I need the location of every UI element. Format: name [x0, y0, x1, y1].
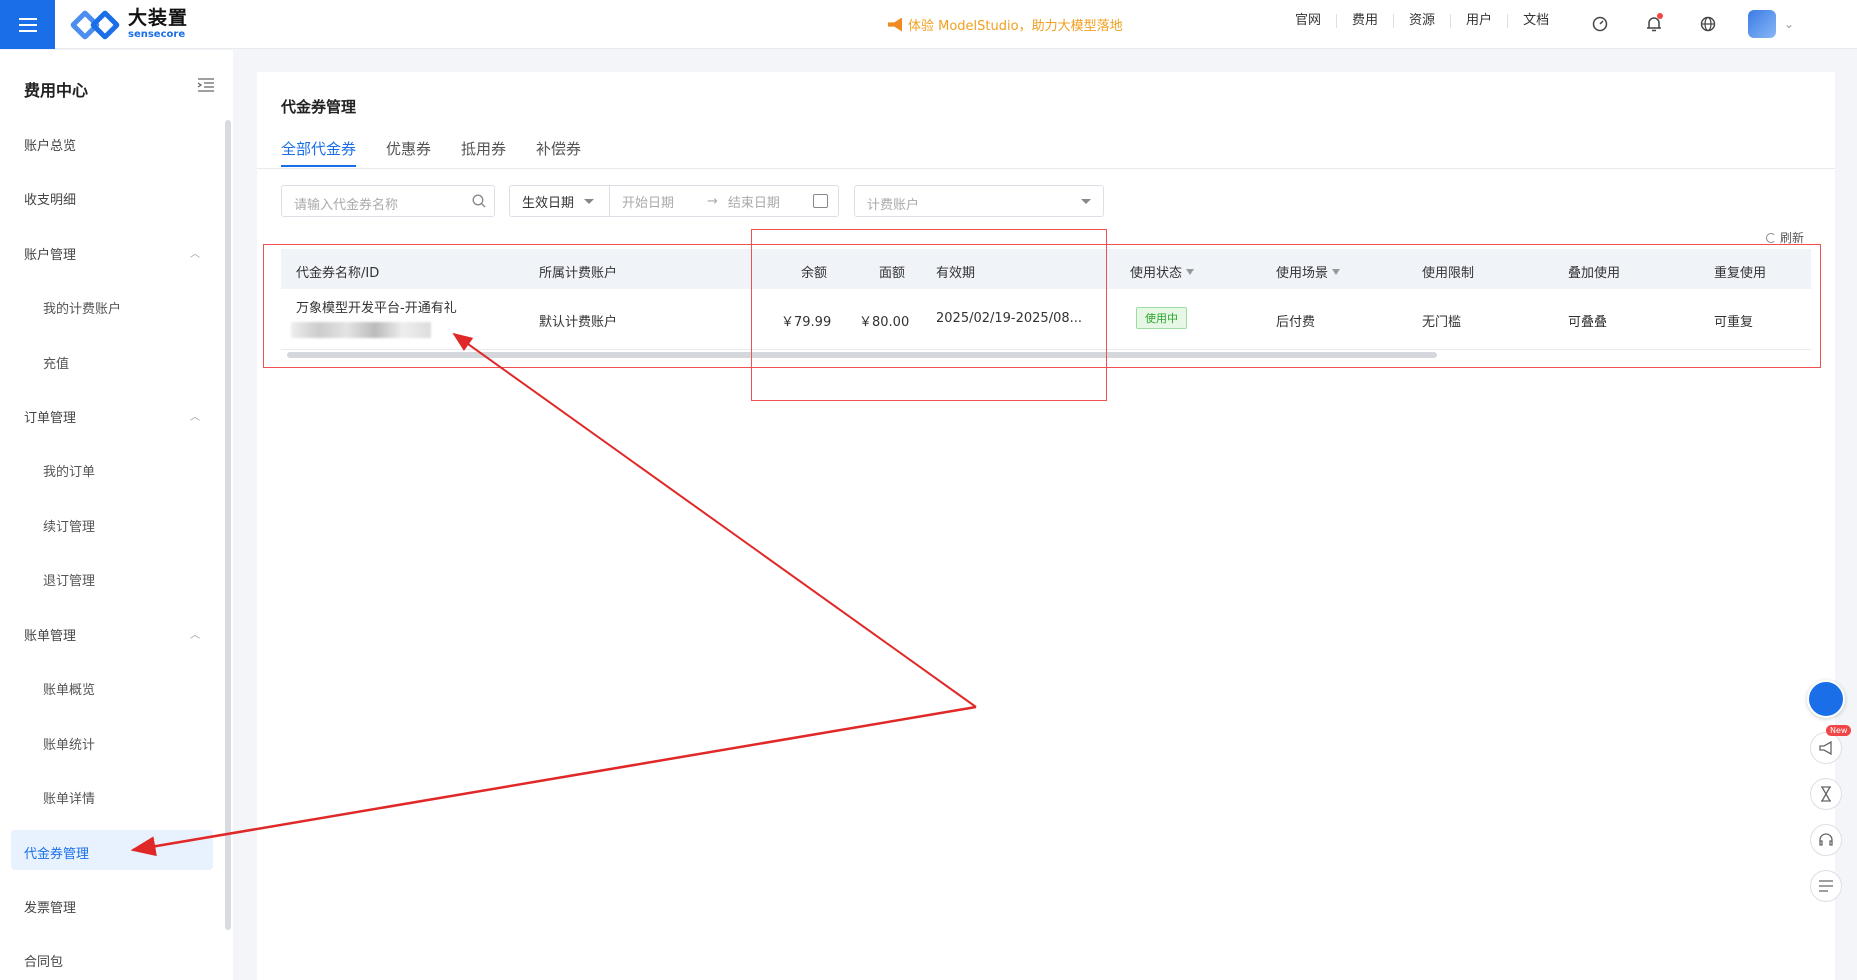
megaphone-icon	[888, 17, 902, 32]
sidebar-item-overview[interactable]: 账户总览	[24, 135, 76, 154]
globe-icon[interactable]	[1694, 10, 1722, 38]
nav-resources[interactable]: 资源	[1393, 14, 1450, 28]
sidebar-scrollbar[interactable]	[225, 120, 231, 930]
page-title: 代金券管理	[281, 98, 357, 116]
sidebar-item-label: 代金券管理	[24, 847, 90, 862]
search-placeholder: 请输入代金券名称	[294, 198, 399, 213]
caret-down-icon	[1081, 199, 1091, 204]
tabs-divider	[257, 168, 1835, 169]
calendar-icon	[813, 194, 828, 208]
sidebar-group-orders[interactable]: 订单管理	[24, 407, 76, 426]
sidebar-group-bills[interactable]: 账单管理	[24, 625, 76, 644]
sidebar-item-my-orders[interactable]: 我的订单	[43, 461, 95, 480]
date-type-label: 生效日期	[522, 195, 575, 211]
nav-billing[interactable]: 费用	[1336, 14, 1393, 28]
sidebar-item-unsubscribe[interactable]: 退订管理	[43, 570, 95, 589]
notification-dot	[1657, 13, 1663, 19]
new-badge: New	[1826, 725, 1852, 736]
chevron-up-icon[interactable]: ︿	[190, 626, 200, 641]
top-bar: 大装置 sensecore 体验 ModelStudio，助力大模型落地 官网 …	[0, 0, 1857, 49]
avatar[interactable]	[1748, 10, 1776, 38]
tab-coupons[interactable]: 优惠券	[386, 138, 431, 167]
tab-all-vouchers[interactable]: 全部代金券	[281, 138, 357, 167]
nav-docs[interactable]: 文档	[1507, 14, 1564, 28]
chevron-down-icon[interactable]: ⌄	[1784, 17, 1794, 31]
sidebar-item-voucher[interactable]: 代金券管理	[11, 830, 213, 870]
hourglass-icon[interactable]	[1810, 778, 1842, 810]
menu-icon[interactable]	[0, 0, 55, 49]
nav-users[interactable]: 用户	[1450, 14, 1507, 28]
sidebar-item-income[interactable]: 收支明细	[24, 189, 76, 208]
search-input[interactable]: 请输入代金券名称	[281, 185, 495, 217]
top-nav: 官网 费用 资源 用户 文档	[1280, 14, 1564, 28]
sidebar-item-billing-account[interactable]: 我的计费账户	[43, 298, 121, 317]
chevron-up-icon[interactable]: ︿	[190, 245, 200, 260]
caret-down-icon	[584, 198, 595, 204]
list-menu-icon[interactable]	[1810, 870, 1842, 902]
promo-text: 体验 ModelStudio，助力大模型落地	[908, 19, 1123, 34]
billing-placeholder: 计费账户	[867, 198, 920, 213]
billing-account-select[interactable]: 计费账户	[854, 185, 1104, 217]
logo-mark-icon	[69, 8, 122, 41]
nav-official-site[interactable]: 官网	[1280, 14, 1336, 28]
sidebar-title: 费用中心	[24, 81, 89, 100]
end-date-field[interactable]: 结束日期	[728, 192, 780, 211]
floating-toolbar	[1807, 680, 1845, 902]
date-range-picker[interactable]: 生效日期 开始日期 → 结束日期	[509, 185, 839, 217]
annotation-box-amounts	[751, 229, 1107, 401]
voucher-tabs: 全部代金券 优惠券 抵用券 补偿券	[281, 138, 581, 167]
chevron-up-icon[interactable]: ︿	[190, 408, 200, 423]
date-type-select[interactable]: 生效日期	[510, 186, 610, 216]
sidebar-item-bill-overview[interactable]: 账单概览	[43, 679, 95, 698]
start-date-field[interactable]: 开始日期	[622, 192, 707, 211]
logo-subtitle: sensecore	[128, 29, 186, 40]
search-icon	[472, 194, 486, 208]
sidebar-item-contract[interactable]: 合同包	[24, 951, 63, 970]
top-icons: ⌄	[1586, 10, 1794, 38]
sidebar-item-bill-detail[interactable]: 账单详情	[43, 788, 95, 807]
sidebar-item-invoice[interactable]: 发票管理	[24, 897, 76, 916]
main-panel: 代金券管理 全部代金券 优惠券 抵用券 补偿券 请输入代金券名称 生效日期 开始…	[257, 72, 1835, 980]
range-separator: →	[707, 193, 718, 209]
sidebar-item-recharge[interactable]: 充值	[43, 353, 69, 372]
logo[interactable]: 大装置 sensecore	[69, 7, 189, 41]
collapse-sidebar-icon[interactable]	[197, 77, 217, 95]
sidebar: 费用中心 账户总览 收支明细 账户管理 ︿ 我的计费账户 充值 订单管理 ︿ 我…	[0, 50, 233, 980]
refresh-icon	[1766, 232, 1776, 243]
logo-title: 大装置	[128, 7, 189, 29]
sidebar-group-account[interactable]: 账户管理	[24, 244, 76, 263]
sidebar-item-bill-stats[interactable]: 账单统计	[43, 734, 95, 753]
megaphone-icon[interactable]	[1810, 732, 1842, 764]
sidebar-item-renew[interactable]: 续订管理	[43, 516, 95, 535]
tab-compensation[interactable]: 补偿券	[536, 138, 581, 167]
dashboard-icon[interactable]	[1586, 10, 1614, 38]
assistant-bot-icon[interactable]	[1807, 680, 1845, 718]
promo-banner[interactable]: 体验 ModelStudio，助力大模型落地	[888, 15, 1123, 34]
tab-deduction[interactable]: 抵用券	[461, 138, 506, 167]
bell-icon[interactable]	[1640, 10, 1668, 38]
headset-icon[interactable]	[1810, 824, 1842, 856]
